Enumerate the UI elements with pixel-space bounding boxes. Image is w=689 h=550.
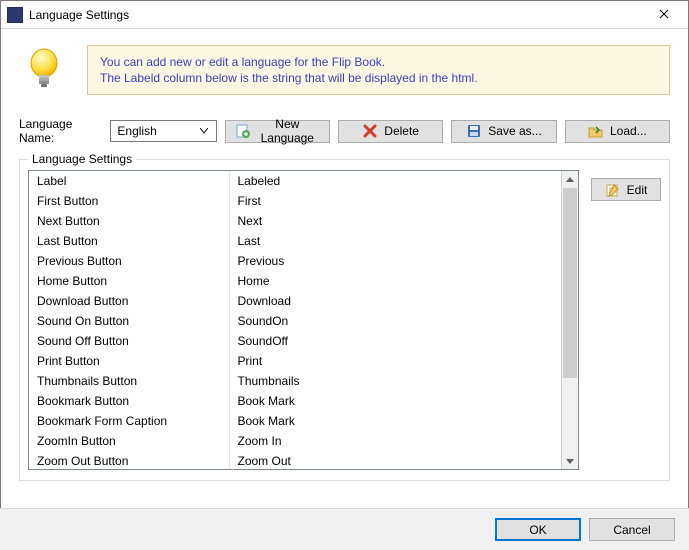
cancel-button[interactable]: Cancel: [589, 518, 675, 541]
edit-icon: [605, 182, 621, 198]
scroll-up-button[interactable]: [562, 171, 578, 188]
cell-label: Sound On Button: [29, 311, 229, 331]
dialog-button-bar: OK Cancel: [0, 508, 689, 550]
cell-labeled: Last: [229, 231, 561, 251]
load-label: Load...: [610, 124, 647, 138]
cell-label: Last Button: [29, 231, 229, 251]
table-row[interactable]: Last ButtonLast: [29, 231, 561, 251]
cell-labeled: Zoom In: [229, 431, 561, 451]
scroll-thumb[interactable]: [563, 188, 577, 378]
hint-line-2: The Labeld column below is the string th…: [100, 70, 657, 86]
language-select[interactable]: English: [110, 120, 216, 142]
titlebar: Language Settings: [1, 1, 688, 29]
cell-labeled: First: [229, 191, 561, 211]
scroll-down-button[interactable]: [562, 452, 578, 469]
cell-label: Next Button: [29, 211, 229, 231]
cell-label: ZoomIn Button: [29, 431, 229, 451]
save-as-button[interactable]: Save as...: [451, 120, 556, 143]
cell-label: Previous Button: [29, 251, 229, 271]
table-row[interactable]: Thumbnails ButtonThumbnails: [29, 371, 561, 391]
cell-labeled: SoundOn: [229, 311, 561, 331]
cell-labeled: Book Mark: [229, 411, 561, 431]
cell-label: Print Button: [29, 351, 229, 371]
table-row[interactable]: Download ButtonDownload: [29, 291, 561, 311]
delete-button[interactable]: Delete: [338, 120, 443, 143]
language-select-value: English: [117, 124, 156, 138]
table-row[interactable]: First ButtonFirst: [29, 191, 561, 211]
table-row[interactable]: Bookmark ButtonBook Mark: [29, 391, 561, 411]
column-header-labeled: Labeled: [229, 171, 561, 191]
scroll-track[interactable]: [562, 188, 578, 452]
table-header-row: Label Labeled: [29, 171, 561, 191]
table-row[interactable]: Zoom Out ButtonZoom Out: [29, 451, 561, 469]
cell-label: Zoom Out Button: [29, 451, 229, 469]
hint-bulb-icon: [19, 45, 69, 95]
language-table[interactable]: Label Labeled First ButtonFirstNext Butt…: [28, 170, 579, 470]
ok-button[interactable]: OK: [495, 518, 581, 541]
language-settings-group: Language Settings Label Labeled First Bu…: [19, 159, 670, 481]
close-icon: [659, 6, 669, 24]
edit-label: Edit: [627, 183, 648, 197]
table-row[interactable]: Previous ButtonPrevious: [29, 251, 561, 271]
cell-label: Sound Off Button: [29, 331, 229, 351]
cell-label: Download Button: [29, 291, 229, 311]
language-name-label: Language Name:: [19, 117, 102, 145]
cell-label: Home Button: [29, 271, 229, 291]
cancel-label: Cancel: [613, 523, 650, 537]
table-row[interactable]: Sound Off ButtonSoundOff: [29, 331, 561, 351]
delete-icon: [362, 123, 378, 139]
hint-banner: You can add new or edit a language for t…: [87, 45, 670, 95]
plus-icon: [236, 123, 250, 139]
table-row[interactable]: Next ButtonNext: [29, 211, 561, 231]
cell-label: Bookmark Button: [29, 391, 229, 411]
ok-label: OK: [529, 523, 546, 537]
close-button[interactable]: [644, 2, 684, 28]
cell-label: First Button: [29, 191, 229, 211]
table-row[interactable]: Home ButtonHome: [29, 271, 561, 291]
cell-label: Thumbnails Button: [29, 371, 229, 391]
cell-labeled: Download: [229, 291, 561, 311]
table-row[interactable]: Sound On ButtonSoundOn: [29, 311, 561, 331]
cell-labeled: SoundOff: [229, 331, 561, 351]
chevron-down-icon: [196, 128, 212, 134]
load-button[interactable]: Load...: [565, 120, 670, 143]
edit-button[interactable]: Edit: [591, 178, 661, 201]
cell-labeled: Thumbnails: [229, 371, 561, 391]
new-language-button[interactable]: New Language: [225, 120, 330, 143]
table-row[interactable]: ZoomIn ButtonZoom In: [29, 431, 561, 451]
load-icon: [588, 123, 604, 139]
app-icon: [7, 7, 23, 23]
cell-label: Bookmark Form Caption: [29, 411, 229, 431]
cell-labeled: Zoom Out: [229, 451, 561, 469]
save-as-label: Save as...: [488, 124, 541, 138]
window-title: Language Settings: [29, 8, 644, 22]
hint-line-1: You can add new or edit a language for t…: [100, 54, 657, 70]
cell-labeled: Print: [229, 351, 561, 371]
cell-labeled: Previous: [229, 251, 561, 271]
cell-labeled: Home: [229, 271, 561, 291]
cell-labeled: Book Mark: [229, 391, 561, 411]
column-header-label: Label: [29, 171, 229, 191]
new-language-label: New Language: [256, 117, 319, 145]
delete-label: Delete: [384, 124, 419, 138]
table-scrollbar[interactable]: [561, 171, 578, 469]
table-row[interactable]: Bookmark Form CaptionBook Mark: [29, 411, 561, 431]
group-title: Language Settings: [28, 152, 136, 166]
save-icon: [466, 123, 482, 139]
table-row[interactable]: Print ButtonPrint: [29, 351, 561, 371]
cell-labeled: Next: [229, 211, 561, 231]
